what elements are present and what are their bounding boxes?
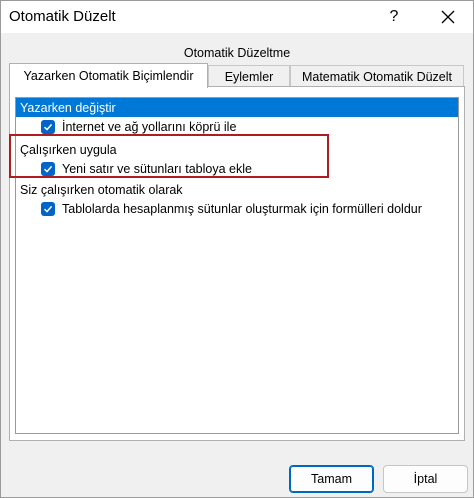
tab-autoformat-as-you-type[interactable]: Yazarken Otomatik Biçimlendir [9, 63, 208, 88]
checkmark-icon[interactable] [41, 119, 55, 134]
section-header-apply-as-you-work[interactable]: Çalışırken uygula [16, 140, 458, 159]
section-header-label: Siz çalışırken otomatik olarak [20, 182, 183, 197]
option-include-new-rows-columns[interactable]: Yeni satır ve sütunları tabloya ekle [16, 159, 458, 178]
window-title: Otomatik Düzelt [9, 8, 116, 25]
close-button[interactable] [425, 1, 471, 33]
group-label: Otomatik Düzeltme [183, 46, 291, 60]
help-icon: ? [389, 8, 399, 25]
tab-actions[interactable]: Eylemler [208, 65, 290, 87]
option-internet-paths-hyperlinks[interactable]: İnternet ve ağ yollarını köprü ile [16, 117, 458, 136]
option-label: İnternet ve ağ yollarını köprü ile [62, 119, 237, 134]
section-header-replace-as-you-type[interactable]: Yazarken değiştir [16, 98, 458, 117]
option-label: Yeni satır ve sütunları tabloya ekle [62, 161, 252, 176]
autocorrect-dialog: Otomatik Düzelt ? Otomatik Düzeltme Yaza… [0, 0, 474, 498]
help-button[interactable]: ? [371, 1, 417, 33]
options-list[interactable]: Yazarken değiştir İnternet ve ağ yolları… [15, 97, 459, 434]
section-header-label: Yazarken değiştir [20, 100, 116, 115]
tab-panel: Yazarken değiştir İnternet ve ağ yolları… [9, 86, 465, 441]
option-label: Tablolarda hesaplanmış sütunlar oluşturm… [62, 201, 422, 216]
section-header-automatically-as-you-work[interactable]: Siz çalışırken otomatik olarak [16, 180, 458, 199]
checkmark-icon[interactable] [41, 161, 55, 176]
section-header-label: Çalışırken uygula [20, 142, 117, 157]
option-fill-formulas-calculated-columns[interactable]: Tablolarda hesaplanmış sütunlar oluşturm… [16, 199, 458, 218]
close-icon [441, 10, 455, 24]
ok-button[interactable]: Tamam [289, 465, 374, 493]
tab-strip: Yazarken Otomatik Biçimlendir Eylemler M… [7, 63, 467, 88]
cancel-button[interactable]: İptal [383, 465, 468, 493]
title-bar: Otomatik Düzelt ? [1, 1, 473, 33]
checkmark-icon[interactable] [41, 201, 55, 216]
tab-math-autocorrect[interactable]: Matematik Otomatik Düzelt [290, 65, 464, 87]
